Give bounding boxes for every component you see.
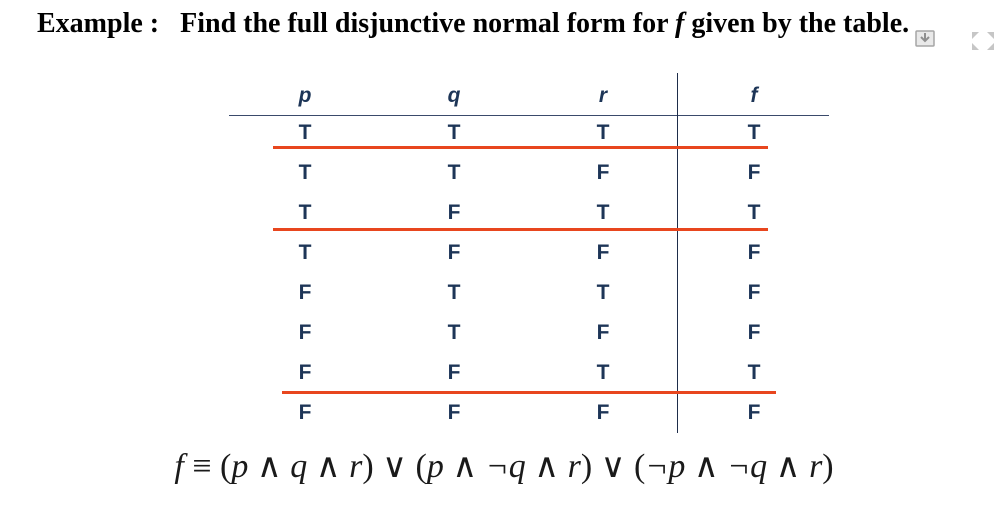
cell-q: F [447, 241, 461, 264]
cell-q: T [447, 161, 461, 184]
formula-term2-r: r [567, 448, 581, 485]
cell-f: F [747, 241, 761, 264]
cell-p: T [298, 201, 312, 224]
cell-r: T [596, 201, 610, 224]
cell-f: T [747, 201, 761, 224]
cell-p: T [298, 161, 312, 184]
formula-term2-p: p [426, 448, 444, 485]
cell-p: F [298, 361, 312, 384]
header-rule [229, 115, 829, 116]
cell-r: T [596, 281, 610, 304]
cell-f: T [747, 121, 761, 144]
formula-lhs: f [174, 448, 184, 485]
cell-q: F [447, 201, 461, 224]
cell-p: F [298, 321, 312, 344]
cell-r: F [596, 401, 610, 424]
formula-term1-p: p [231, 448, 249, 485]
highlight-line [282, 391, 776, 394]
highlight-line [273, 146, 768, 149]
formula-term3-q: ¬q [727, 448, 768, 485]
column-divider [677, 73, 678, 433]
cell-f: F [747, 321, 761, 344]
formula-term1-q: q [290, 448, 308, 485]
header-r: r [598, 84, 608, 107]
cell-p: T [298, 241, 312, 264]
cell-r: T [596, 121, 610, 144]
cell-p: F [298, 401, 312, 424]
cell-f: F [747, 161, 761, 184]
formula-term2-q: ¬q [485, 448, 526, 485]
cell-q: F [447, 361, 461, 384]
cell-r: F [596, 321, 610, 344]
highlight-line [273, 228, 768, 231]
formula-term1-r: r [349, 448, 363, 485]
cell-q: F [447, 401, 461, 424]
cell-q: T [447, 121, 461, 144]
header-f: f [750, 84, 758, 107]
cell-r: T [596, 361, 610, 384]
cell-r: F [596, 241, 610, 264]
cell-f: F [747, 281, 761, 304]
formula-term3-p: ¬p [645, 448, 686, 485]
cell-f: F [747, 401, 761, 424]
cell-r: F [596, 161, 610, 184]
cell-q: T [447, 321, 461, 344]
header-p: p [298, 84, 312, 107]
cell-f: T [747, 361, 761, 384]
cell-p: F [298, 281, 312, 304]
cell-p: T [298, 121, 312, 144]
dnf-formula: f ≡ (p ∧ q ∧ r) ∨ (p ∧ ¬q ∧ r) ∨ (¬p ∧ ¬… [174, 448, 834, 485]
cell-q: T [447, 281, 461, 304]
header-q: q [447, 84, 461, 107]
formula-term3-r: r [809, 448, 823, 485]
